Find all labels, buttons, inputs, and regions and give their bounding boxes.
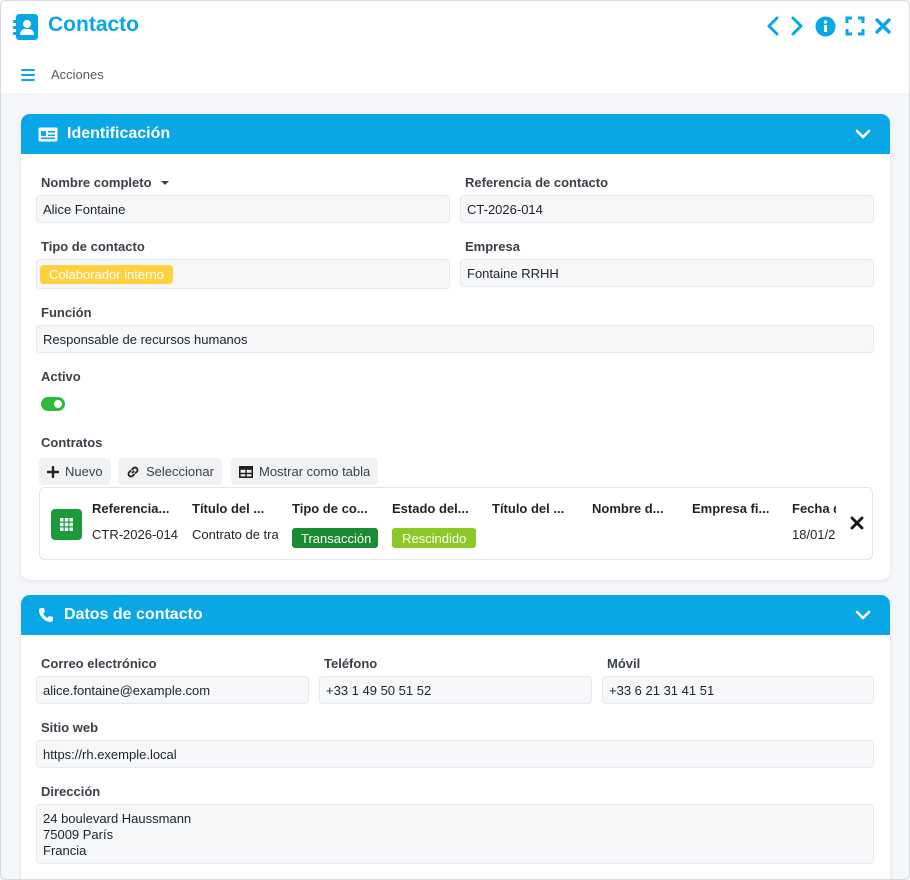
- phone-label: Teléfono: [324, 656, 378, 671]
- contact-type-label: Tipo de contacto: [41, 239, 145, 254]
- identification-panel-title: Identificación: [67, 125, 171, 142]
- contracts-column-titulo: Título del ... Contrato de trabajo: [192, 488, 278, 559]
- contract-status-badge[interactable]: Rescindido: [392, 528, 477, 548]
- contact-details-panel: Datos de contacto Correo electrónico ali…: [21, 595, 890, 879]
- show-as-table-button[interactable]: Mostrar como tabla: [231, 458, 379, 485]
- close-icon: [875, 18, 891, 34]
- phone-icon: [37, 606, 55, 624]
- contact-reference-label: Referencia de contacto: [465, 175, 609, 190]
- contract-reference-cell[interactable]: CTR-2026-014: [92, 527, 178, 542]
- contact-details-panel-header[interactable]: Datos de contacto: [21, 595, 890, 635]
- website-field[interactable]: https://rh.exemple.local: [36, 740, 874, 768]
- full-name-label[interactable]: Nombre completo: [41, 175, 170, 190]
- expand-icon: [845, 16, 865, 36]
- actions-label: Acciones: [51, 67, 104, 82]
- window-header: Contacto Acciones: [1, 1, 909, 93]
- column-header[interactable]: Título del ...: [192, 501, 278, 516]
- address-line: Francia: [43, 843, 87, 858]
- contact-type-tag: Colaborador interno: [40, 264, 173, 284]
- info-icon: [815, 16, 835, 36]
- chevron-down-icon[interactable]: [854, 125, 872, 143]
- window-title: Contacto: [48, 13, 139, 36]
- column-header[interactable]: Empresa fi...: [692, 501, 778, 516]
- address-label: Dirección: [41, 784, 101, 799]
- contracts-label: Contratos: [41, 435, 103, 450]
- table-icon: [239, 465, 253, 478]
- contracts-column-empresa: Empresa fi...: [692, 488, 778, 559]
- company-field[interactable]: Fontaine RRHH: [460, 259, 874, 287]
- id-card-icon: [37, 125, 59, 143]
- contract-type-badge[interactable]: Transacción: [292, 528, 378, 548]
- address-field[interactable]: 24 boulevard Haussmann 75009 París Franc…: [36, 804, 874, 864]
- active-toggle[interactable]: [41, 397, 65, 411]
- chevron-right-icon: [791, 16, 803, 36]
- hamburger-icon: [21, 68, 35, 81]
- contracts-column-fecha: Fecha d 18/01/2026: [792, 488, 836, 559]
- close-window-button[interactable]: [871, 14, 895, 38]
- contracts-column-estado: Estado del... Rescindido: [392, 488, 478, 559]
- address-line: 24 boulevard Haussmann: [43, 811, 192, 826]
- contracts-column-titulo-2: Título del ...: [492, 488, 578, 559]
- email-field[interactable]: alice.fontaine@example.com: [36, 676, 309, 704]
- select-contract-button[interactable]: Seleccionar: [118, 458, 222, 485]
- contact-type-field[interactable]: Colaborador interno: [36, 259, 450, 289]
- email-label: Correo electrónico: [41, 656, 157, 671]
- contracts-column-tipo: Tipo de co... Transacción: [292, 488, 378, 559]
- chevron-left-icon: [767, 16, 779, 36]
- caret-down-icon: [161, 181, 170, 185]
- active-label: Activo: [41, 369, 81, 384]
- column-header[interactable]: Nombre d...: [592, 501, 678, 516]
- maximize-button[interactable]: [843, 14, 867, 38]
- column-header[interactable]: Tipo de co...: [292, 501, 378, 516]
- contract-title-cell[interactable]: Contrato de trabajo: [192, 527, 278, 542]
- contract-date-cell[interactable]: 18/01/2026: [792, 527, 836, 542]
- address-line: 75009 París: [43, 827, 114, 842]
- info-button[interactable]: [813, 14, 837, 38]
- chevron-down-icon[interactable]: [854, 606, 872, 624]
- contracts-subtable: Referencia... CTR-2026-014 Título del ..…: [39, 487, 873, 560]
- company-label: Empresa: [465, 239, 520, 254]
- contracts-column-nombre: Nombre d...: [592, 488, 678, 559]
- plus-icon: [47, 465, 59, 478]
- identification-panel-header[interactable]: Identificación: [21, 114, 890, 154]
- previous-record-button[interactable]: [761, 14, 785, 38]
- mobile-field[interactable]: +33 6 21 31 41 51: [602, 676, 874, 704]
- mobile-label: Móvil: [607, 656, 641, 671]
- full-name-field[interactable]: Alice Fontaine: [36, 195, 450, 223]
- column-header[interactable]: Referencia...: [92, 501, 178, 516]
- column-header[interactable]: Fecha d: [792, 501, 836, 516]
- identification-panel: Identificación Nombre completo Alice Fon…: [21, 114, 890, 580]
- function-label: Función: [41, 305, 92, 320]
- column-header[interactable]: Título del ...: [492, 501, 578, 516]
- new-contract-button[interactable]: Nuevo: [39, 458, 111, 485]
- column-header[interactable]: Estado del...: [392, 501, 478, 516]
- remove-contract-icon[interactable]: [850, 516, 864, 530]
- link-icon: [127, 466, 139, 477]
- contact-details-panel-title: Datos de contacto: [64, 606, 203, 623]
- actions-menu[interactable]: Acciones: [21, 67, 104, 82]
- contracts-grid-icon: [51, 509, 82, 540]
- contact-reference-field[interactable]: CT-2026-014: [460, 195, 874, 223]
- function-field[interactable]: Responsable de recursos humanos: [36, 325, 874, 353]
- next-record-button[interactable]: [785, 14, 809, 38]
- contact-window: Contacto Acciones Identificación Nombre …: [0, 0, 910, 880]
- contact-book-icon: [13, 14, 38, 40]
- website-label: Sitio web: [41, 720, 99, 735]
- phone-field[interactable]: +33 1 49 50 51 52: [319, 676, 592, 704]
- contracts-column-referencia: Referencia... CTR-2026-014: [92, 488, 178, 559]
